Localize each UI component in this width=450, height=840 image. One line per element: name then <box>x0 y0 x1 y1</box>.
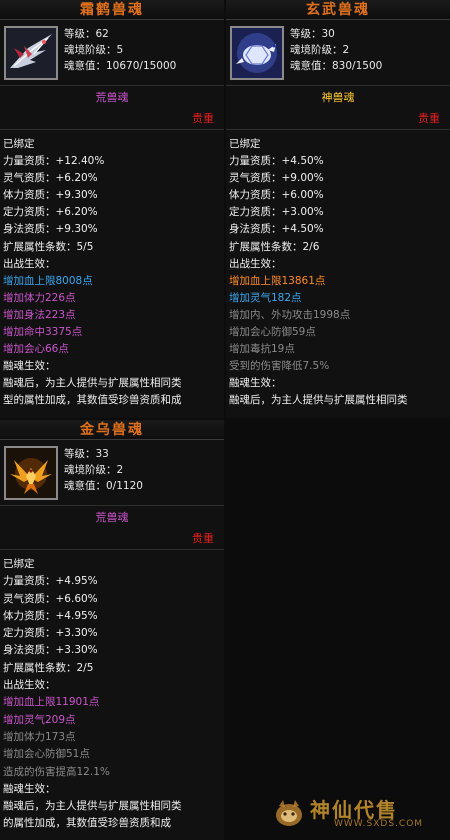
card-stats: 等级：62 魂境阶级：5 魂意值：10670/15000 <box>64 26 176 74</box>
realm-row: 魂境阶级：2 <box>64 464 124 476</box>
effect-line: 增加血上限8008点 <box>3 274 93 287</box>
aptitude-row: 体力资质：+9.30% <box>3 189 98 202</box>
realm-value: 2 <box>116 464 124 476</box>
soul-card-black-tortoise: 玄武兽魂 等级：30 魂境阶级：2 魂意值：830/1500 神兽魂 贵重 已绑… <box>226 0 450 418</box>
golden-crow-icon[interactable] <box>4 446 58 500</box>
fusion-effect-heading: 融魂生效： <box>3 360 56 373</box>
frost-crane-icon[interactable] <box>4 26 58 80</box>
card-stats: 等级：33 魂境阶级：2 魂意值：0/1120 <box>64 446 143 494</box>
aptitude-row: 灵气资质：+9.00% <box>229 172 324 185</box>
soul-value: 830/1500 <box>332 60 383 72</box>
effect-line: 增加体力173点 <box>3 730 76 743</box>
bound-status: 已绑定 <box>3 558 35 570</box>
valuable-tag: 贵重 <box>226 110 450 130</box>
level-row: 等级：33 <box>64 448 109 460</box>
level-row: 等级：30 <box>290 28 335 40</box>
site-watermark: 神仙代售 WWW.SXDS.COM <box>272 794 442 834</box>
effect-line: 增加血上限11901点 <box>3 696 100 709</box>
effect-line: 增加会心防御59点 <box>229 326 316 339</box>
fusion-text: 融魂后，为主人提供与扩展属性相同类 <box>229 394 408 407</box>
card-body: 已绑定 力量资质：+4.95% 灵气资质：+6.60% 体力资质：+4.95% … <box>0 550 224 833</box>
fusion-text: 型的属性加成，其数值受珍兽资质和成 <box>3 394 182 407</box>
bound-status: 已绑定 <box>229 138 261 150</box>
effect-line: 增加身法223点 <box>3 308 76 321</box>
card-body: 已绑定 力量资质：+4.50% 灵气资质：+9.00% 体力资质：+6.00% … <box>226 130 450 410</box>
effect-line: 增加会心66点 <box>3 343 69 356</box>
aptitude-row: 身法资质：+4.50% <box>229 223 324 236</box>
ext-count-row: 扩展属性条数：5/5 <box>3 240 94 253</box>
black-tortoise-icon[interactable] <box>230 26 284 80</box>
effect-line: 增加命中3375点 <box>3 326 83 339</box>
aptitude-row: 体力资质：+4.95% <box>3 609 98 622</box>
card-title-bar: 金乌兽魂 <box>0 420 224 440</box>
effect-line: 增加会心防御51点 <box>3 748 90 761</box>
aptitude-row: 力量资质：+4.95% <box>3 575 98 588</box>
realm-value: 2 <box>342 44 350 56</box>
fusion-text: 融魂后，为主人提供与扩展属性相同类 <box>3 377 182 390</box>
card-header: 等级：62 魂境阶级：5 魂意值：10670/15000 <box>0 20 224 86</box>
card-title-bar: 霜鹤兽魂 <box>0 0 224 20</box>
soul-row: 魂意值：10670/15000 <box>64 60 177 72</box>
fusion-effect-heading: 融魂生效： <box>229 377 282 390</box>
ext-count-row: 扩展属性条数：2/5 <box>3 661 94 674</box>
aptitude-row: 身法资质：+3.30% <box>3 644 98 657</box>
aptitude-row: 灵气资质：+6.20% <box>3 172 98 185</box>
level-row: 等级：62 <box>64 28 109 40</box>
effect-line: 增加内、外功攻击1998点 <box>229 308 351 321</box>
card-body: 已绑定 力量资质：+12.40% 灵气资质：+6.20% 体力资质：+9.30%… <box>0 130 224 410</box>
aptitude-row: 定力资质：+6.20% <box>3 206 98 219</box>
soul-row: 魂意值：830/1500 <box>290 60 383 72</box>
watermark-url: WWW.SXDS.COM <box>334 819 424 829</box>
soul-card-golden-crow: 金乌兽魂 等级：33 魂境阶级：2 魂意值：0/1120 荒兽魂 贵重 已绑定 … <box>0 420 224 840</box>
valuable-tag: 贵重 <box>0 110 224 130</box>
card-header: 等级：30 魂境阶级：2 魂意值：830/1500 <box>226 20 450 86</box>
card-title: 霜鹤兽魂 <box>80 2 144 18</box>
mascot-logo-icon <box>276 800 302 826</box>
valuable-tag: 贵重 <box>0 530 224 550</box>
fusion-effect-heading: 融魂生效： <box>3 782 56 795</box>
soul-card-frost-crane: 霜鹤兽魂 等级：62 魂境阶级：5 魂意值：10670/15000 荒兽魂 贵重… <box>0 0 224 418</box>
bound-status: 已绑定 <box>3 138 35 150</box>
grade-label: 荒兽魂 <box>95 91 129 104</box>
soul-value: 10670/15000 <box>106 60 177 72</box>
battle-effect-heading: 出战生效： <box>3 257 56 270</box>
effect-line: 增加灵气182点 <box>229 291 302 304</box>
battle-effect-heading: 出战生效： <box>229 257 282 270</box>
aptitude-row: 体力资质：+6.00% <box>229 189 324 202</box>
fusion-text: 的属性加成，其数值受珍兽资质和成 <box>3 817 171 830</box>
ext-count-row: 扩展属性条数：2/6 <box>229 240 320 253</box>
aptitude-row: 身法资质：+9.30% <box>3 223 98 236</box>
aptitude-row: 定力资质：+3.30% <box>3 627 98 640</box>
realm-row: 魂境阶级：2 <box>290 44 350 56</box>
effect-line: 增加毒抗19点 <box>229 343 295 356</box>
card-stats: 等级：30 魂境阶级：2 魂意值：830/1500 <box>290 26 382 74</box>
realm-value: 5 <box>116 44 124 56</box>
level-value: 33 <box>95 448 109 460</box>
realm-row: 魂境阶级：5 <box>64 44 124 56</box>
fusion-text: 融魂后，为主人提供与扩展属性相同类 <box>3 800 182 813</box>
effect-line: 受到的伤害降低7.5% <box>229 360 330 373</box>
aptitude-row: 力量资质：+4.50% <box>229 155 324 168</box>
card-header: 等级：33 魂境阶级：2 魂意值：0/1120 <box>0 440 224 506</box>
effect-line: 造成的伤害提高12.1% <box>3 765 110 778</box>
aptitude-row: 灵气资质：+6.60% <box>3 592 98 605</box>
level-value: 30 <box>321 28 335 40</box>
soul-row: 魂意值：0/1120 <box>64 480 143 492</box>
effect-line: 增加血上限13861点 <box>229 274 326 287</box>
battle-effect-heading: 出战生效： <box>3 679 56 692</box>
level-value: 62 <box>95 28 109 40</box>
effect-line: 增加灵气209点 <box>3 713 76 726</box>
effect-line: 增加体力226点 <box>3 291 76 304</box>
aptitude-row: 力量资质：+12.40% <box>3 155 105 168</box>
card-title-bar: 玄武兽魂 <box>226 0 450 20</box>
grade-label: 神兽魂 <box>321 91 355 104</box>
soul-value: 0/1120 <box>106 480 143 492</box>
aptitude-row: 定力资质：+3.00% <box>229 206 324 219</box>
card-title: 玄武兽魂 <box>306 2 370 18</box>
card-title: 金乌兽魂 <box>80 422 144 438</box>
grade-label: 荒兽魂 <box>95 511 129 524</box>
